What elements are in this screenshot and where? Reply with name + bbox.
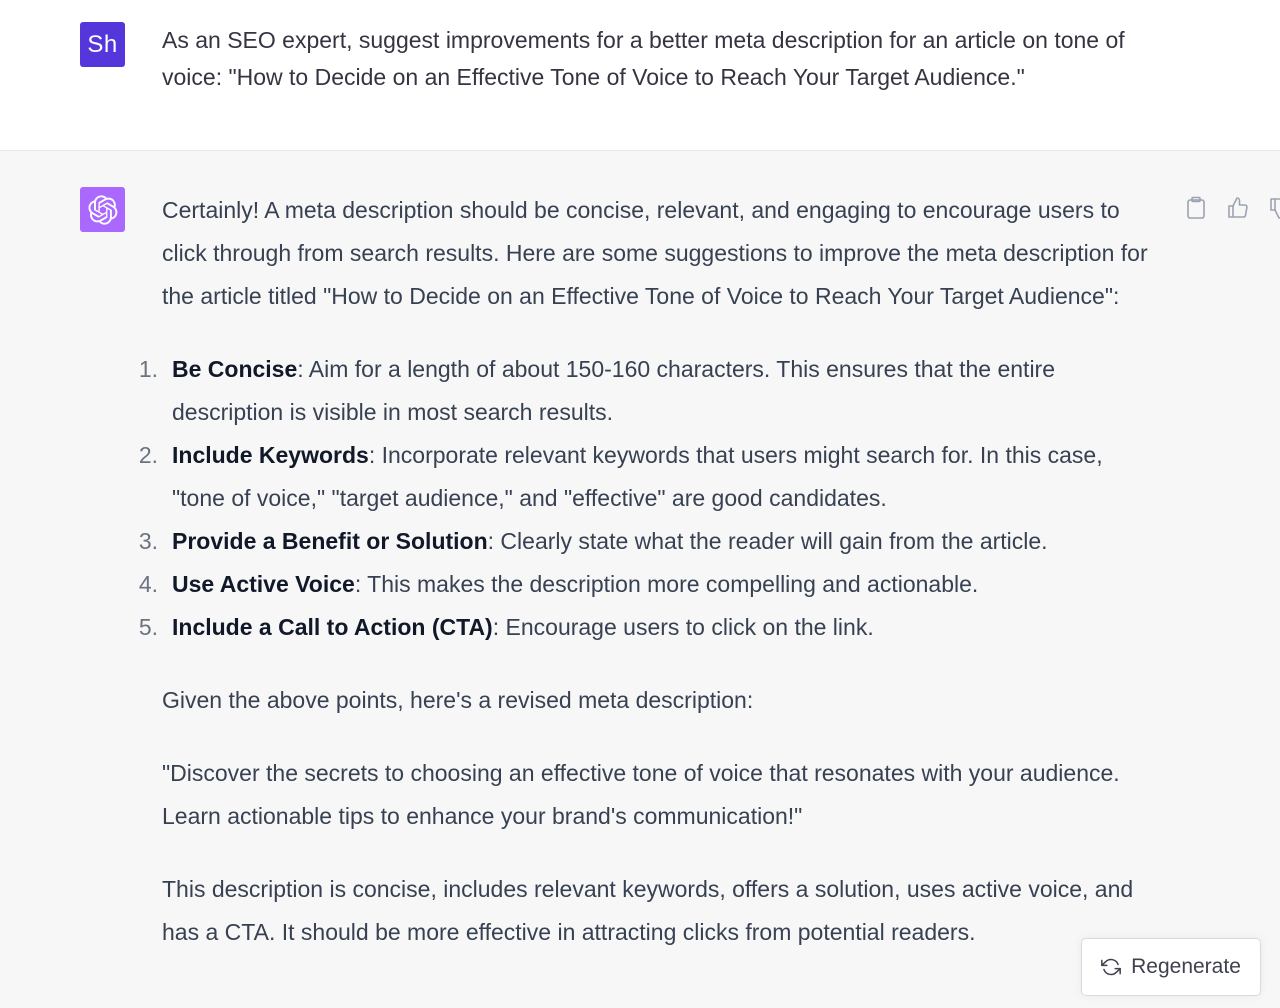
list-item-title: Use Active Voice (172, 571, 355, 597)
list-item: 2. Include Keywords: Incorporate relevant… (139, 434, 1157, 520)
suggestion-list: 1. Be Concise: Aim for a length of about … (139, 348, 1157, 649)
list-item-title: Include Keywords (172, 442, 369, 468)
message-actions (1182, 194, 1280, 222)
thumbs-down-icon[interactable] (1266, 194, 1280, 222)
clipboard-icon[interactable] (1182, 194, 1210, 222)
revised-meta-description: "Discover the secrets to choosing an eff… (162, 760, 1120, 829)
list-item-title: Provide a Benefit or Solution (172, 528, 488, 554)
thumbs-up-icon[interactable] (1224, 194, 1252, 222)
assistant-avatar (80, 187, 125, 232)
assistant-closing: This description is concise, includes re… (162, 876, 1134, 945)
list-item: 1. Be Concise: Aim for a length of about … (139, 348, 1157, 434)
list-item-text: : This makes the description more compel… (354, 571, 979, 597)
list-number: 5. (138, 614, 158, 640)
list-number: 2. (138, 442, 158, 468)
assistant-intro: Certainly! A meta description should be … (162, 197, 1148, 309)
openai-logo-icon (87, 194, 118, 225)
user-message-turn: Sh As an SEO expert, suggest improvement… (0, 0, 1280, 151)
refresh-icon (1101, 957, 1122, 977)
list-number: 3. (138, 528, 158, 554)
list-number: 4. (138, 571, 158, 597)
list-item: 4. Use Active Voice: This makes the descr… (139, 563, 1157, 606)
list-number: 1. (138, 356, 158, 382)
list-item: 5. Include a Call to Action (CTA): Encour… (139, 606, 1157, 649)
list-item-title: Include a Call to Action (CTA) (172, 614, 493, 640)
assistant-message-turn: Certainly! A meta description should be … (0, 151, 1280, 1008)
assistant-lead-in: Given the above points, here's a revised… (162, 687, 754, 713)
user-avatar: Sh (80, 22, 125, 67)
user-message-text: As an SEO expert, suggest improvements f… (162, 27, 1125, 90)
list-item: 3. Provide a Benefit or Solution: Clearly… (139, 520, 1157, 563)
list-item-text: : Encourage users to click on the link. (492, 614, 874, 640)
list-item-text: : Clearly state what the reader will gai… (487, 528, 1048, 554)
regenerate-label: Regenerate (1131, 955, 1241, 978)
list-item-title: Be Concise (172, 356, 298, 382)
list-item-text: : Aim for a length of about 150-160 char… (172, 356, 1056, 425)
user-avatar-initials: Sh (87, 30, 118, 58)
regenerate-button[interactable]: Regenerate (1081, 938, 1261, 996)
assistant-message-text: Certainly! A meta description should be … (139, 189, 1157, 954)
